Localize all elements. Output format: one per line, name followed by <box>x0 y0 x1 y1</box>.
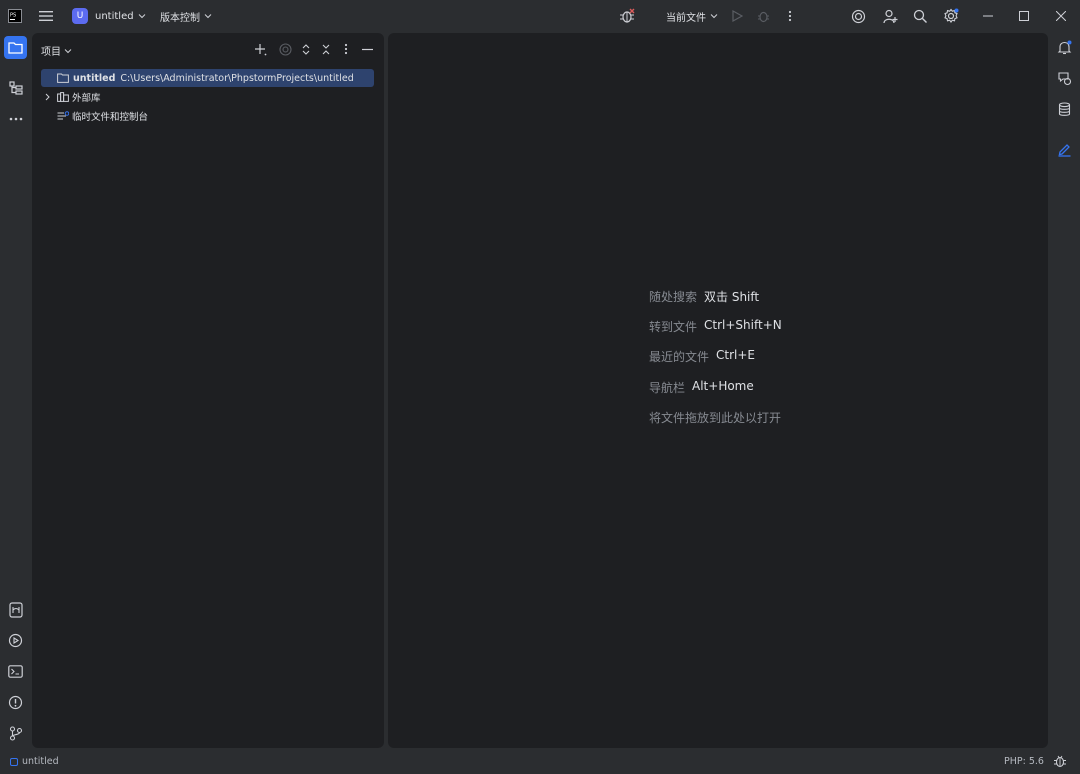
git-branch-icon[interactable] <box>4 722 27 745</box>
phpstorm-logo-icon[interactable]: PS <box>5 6 25 26</box>
hint-search-everywhere: 随处搜索 双击 Shift <box>649 288 759 305</box>
project-panel-header: 项目 <box>32 33 384 65</box>
search-icon[interactable] <box>910 6 930 26</box>
right-tool-strip <box>1049 32 1080 750</box>
close-window-icon[interactable] <box>1051 6 1071 26</box>
tree-item-name: 临时文件和控制台 <box>72 112 149 123</box>
project-name: untitled <box>95 10 134 22</box>
vcs-selector[interactable]: 版本控制 <box>160 0 212 32</box>
module-icon <box>10 757 18 766</box>
hint-navigation-bar: 导航栏 Alt+Home <box>649 379 754 396</box>
hint-goto-file: 转到文件 Ctrl+Shift+N <box>649 318 782 335</box>
status-bar: untitled PHP: 5.6 <box>0 750 1080 774</box>
left-tool-strip <box>0 32 31 750</box>
more-tool-windows-icon[interactable] <box>4 107 27 130</box>
library-icon <box>57 92 69 102</box>
php-version-widget[interactable]: PHP: 5.6 <box>1004 756 1044 767</box>
services-run-icon[interactable] <box>4 629 27 652</box>
select-opened-file-icon[interactable] <box>277 41 293 57</box>
hide-panel-minus-icon[interactable] <box>359 41 375 57</box>
php-version-label: PHP: 5.6 <box>1004 756 1044 767</box>
hint-recent-files: 最近的文件 Ctrl+E <box>649 348 755 365</box>
minimize-window-icon[interactable] <box>978 6 998 26</box>
project-panel-title: 项目 <box>41 47 61 58</box>
run-icon[interactable] <box>727 6 747 26</box>
ai-assistant-icon[interactable] <box>848 6 868 26</box>
main-menu-icon[interactable] <box>36 6 56 26</box>
chevron-right-icon[interactable] <box>44 93 51 101</box>
chevron-down-icon <box>64 47 72 55</box>
hint-label: 最近的文件 <box>649 350 710 364</box>
hint-drop-files: 将文件拖放到此处以打开 <box>649 409 781 426</box>
tree-item-scratches[interactable]: 临时文件和控制台 <box>41 107 148 125</box>
project-tool-folder-icon[interactable] <box>4 36 27 59</box>
notifications-bell-icon[interactable] <box>1053 36 1076 59</box>
hint-shortcut: Alt+Home <box>692 379 754 393</box>
editor-empty-area[interactable]: 随处搜索 双击 Shift 转到文件 Ctrl+Shift+N 最近的文件 Ct… <box>388 33 1048 748</box>
tree-item-name: untitled <box>73 72 116 84</box>
tree-item-external-libraries[interactable]: 外部库 <box>41 88 101 106</box>
edit-pencil-icon[interactable] <box>1053 138 1076 161</box>
debug-status-icon[interactable] <box>1053 754 1067 768</box>
scratches-icon <box>57 111 69 121</box>
run-config-selector[interactable]: 当前文件 <box>666 0 718 32</box>
chevron-down-icon <box>204 12 212 20</box>
folder-icon <box>57 73 69 83</box>
svg-text:PS: PS <box>10 13 16 19</box>
hint-label: 导航栏 <box>649 381 686 395</box>
hint-shortcut: Ctrl+E <box>716 348 756 362</box>
chevron-down-icon <box>138 12 146 20</box>
maximize-window-icon[interactable] <box>1014 6 1034 26</box>
options-kebab-icon[interactable] <box>338 41 354 57</box>
run-config-label: 当前文件 <box>666 12 706 24</box>
collapse-all-icon[interactable] <box>318 41 334 57</box>
project-badge: U <box>72 8 88 24</box>
new-file-plus-icon[interactable] <box>252 41 268 57</box>
tree-item-name: 外部库 <box>72 93 101 104</box>
hint-label: 转到文件 <box>649 320 698 334</box>
expand-all-icon[interactable] <box>298 41 314 57</box>
terminal-icon[interactable] <box>4 660 27 683</box>
project-view-selector[interactable]: 项目 <box>41 43 72 58</box>
chevron-down-icon <box>710 12 718 20</box>
hint-label: 随处搜索 <box>649 290 698 304</box>
status-project-name: untitled <box>22 756 59 767</box>
php-tool-icon[interactable] <box>4 598 27 621</box>
code-with-me-icon[interactable] <box>880 6 900 26</box>
tree-item-path: C:\Users\Administrator\PhpstormProjects\… <box>120 72 354 84</box>
project-tool-window: 项目 untitled C:\Users\Administrator\Phpst… <box>32 33 384 748</box>
hint-label: 将文件拖放到此处以打开 <box>649 411 782 425</box>
tree-item-project-root[interactable]: untitled C:\Users\Administrator\Phpstorm… <box>41 69 374 87</box>
structure-tool-icon[interactable] <box>4 76 27 99</box>
debug-icon[interactable] <box>753 6 773 26</box>
settings-gear-icon[interactable] <box>941 6 961 26</box>
debug-listener-icon[interactable] <box>617 6 637 26</box>
status-breadcrumb[interactable]: untitled <box>10 756 59 767</box>
database-icon[interactable] <box>1053 98 1076 121</box>
title-bar: PS U untitled 版本控制 当前文件 <box>0 0 1080 32</box>
ai-chat-icon[interactable] <box>1053 67 1076 90</box>
more-actions-icon[interactable] <box>780 6 800 26</box>
problems-icon[interactable] <box>4 691 27 714</box>
project-selector[interactable]: U untitled <box>72 0 146 32</box>
hint-shortcut: Ctrl+Shift+N <box>704 318 782 332</box>
vcs-label: 版本控制 <box>160 12 200 24</box>
hint-shortcut: 双击 Shift <box>704 290 760 304</box>
